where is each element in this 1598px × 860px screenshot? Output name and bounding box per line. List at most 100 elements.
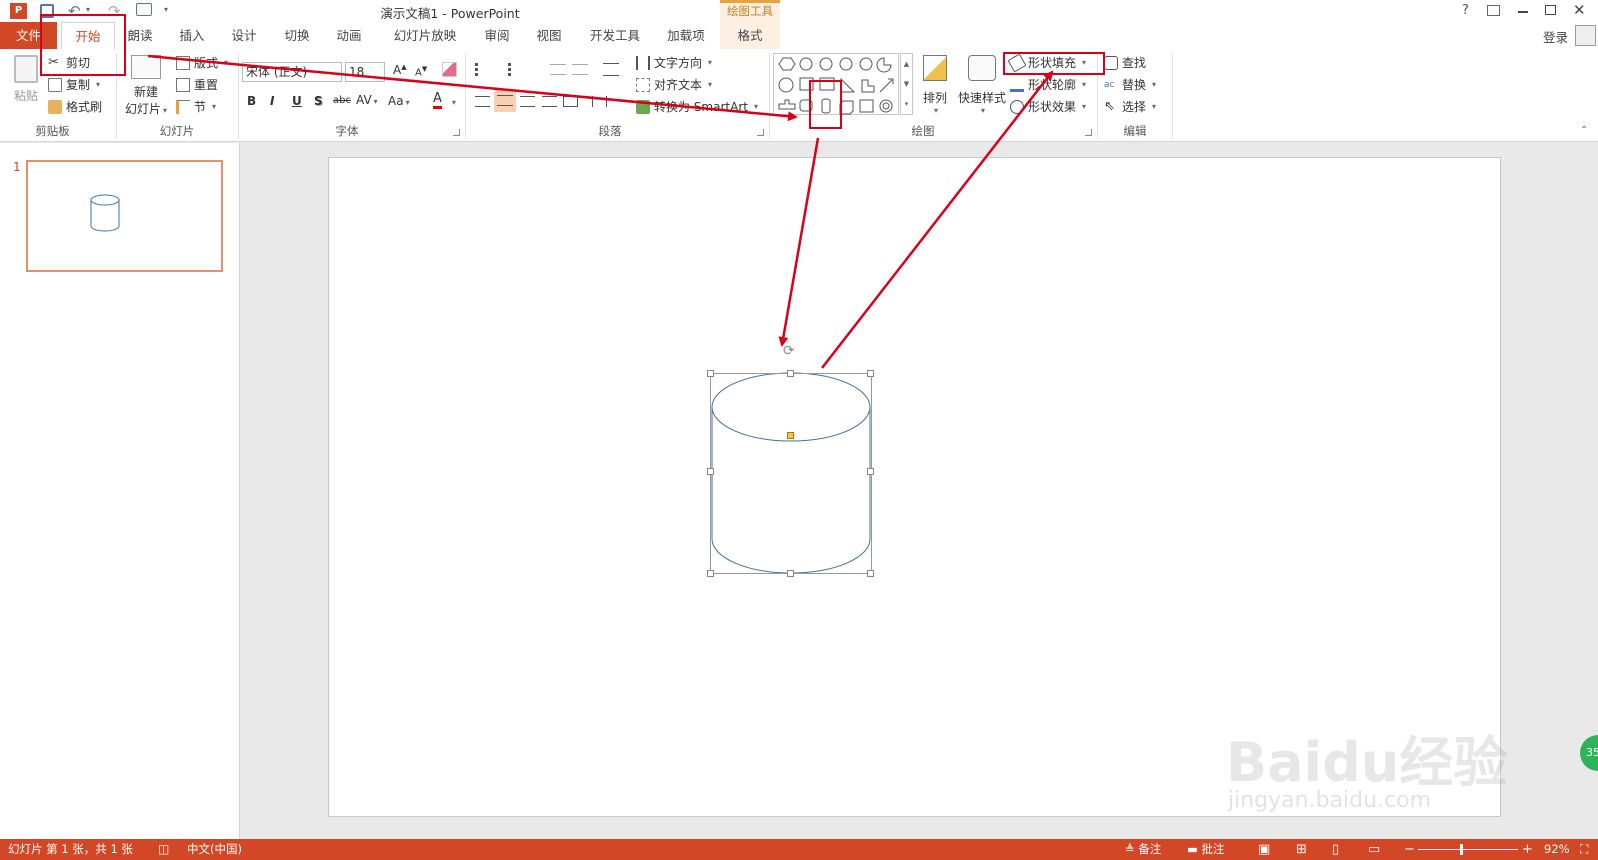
align-text-button[interactable]: 对齐文本 ▾ (636, 75, 712, 95)
tab-insert[interactable]: 插入 (170, 22, 214, 49)
close-icon[interactable]: ✕ (1573, 1, 1586, 19)
login-link[interactable]: 登录 (1543, 27, 1568, 46)
rotate-handle-icon[interactable]: ⟳ (783, 343, 795, 359)
bullets-icon[interactable] (475, 63, 491, 76)
tab-format[interactable]: 格式 (720, 22, 780, 49)
strikethrough-button[interactable]: abc (333, 95, 351, 106)
dialog-launcher-icon[interactable] (757, 129, 764, 136)
reset-button[interactable]: 重置 (176, 75, 218, 95)
change-case-button[interactable]: Aa ▾ (388, 94, 410, 108)
align-left-icon[interactable] (475, 96, 490, 107)
resize-handle[interactable] (787, 570, 794, 577)
font-color-dropdown-icon[interactable]: ▾ (452, 98, 456, 107)
layout-button[interactable]: 版式 ▾ (176, 53, 228, 73)
minimize-icon[interactable] (1518, 11, 1528, 13)
resize-handle[interactable] (707, 468, 714, 475)
tab-transitions[interactable]: 切换 (275, 22, 319, 49)
font-name-field[interactable]: 宋体 (正文) (242, 62, 342, 82)
slide-number: 1 (13, 160, 21, 174)
spelling-icon[interactable]: ◫ (158, 839, 169, 860)
dialog-launcher-icon[interactable] (1085, 129, 1092, 136)
select-button[interactable]: ⇖ 选择 ▾ (1104, 97, 1156, 117)
tab-review[interactable]: 审阅 (475, 22, 519, 49)
resize-handle[interactable] (867, 468, 874, 475)
chevron-down-icon[interactable]: ▾ (96, 75, 100, 95)
reading-view-icon[interactable]: ▯ (1332, 839, 1339, 860)
tab-addins[interactable]: 加载项 (658, 22, 714, 49)
annotation-box-shape-fill (1003, 52, 1105, 75)
slideshow-view-icon[interactable]: ▭ (1368, 839, 1380, 860)
columns-icon[interactable] (592, 96, 607, 107)
collapse-ribbon-icon[interactable]: ⌃ (1580, 125, 1588, 136)
title-bar: P ↶ ▾ ↷ ▾ 演示文稿1 - PowerPoint ? ✕ (0, 0, 1598, 22)
tab-developer[interactable]: 开发工具 (582, 22, 648, 49)
new-slide-button[interactable]: 新建 幻灯片 ▾ (120, 55, 172, 121)
resize-handle[interactable] (867, 570, 874, 577)
font-size-field[interactable]: 18 (345, 62, 385, 82)
slide-thumbnails-panel: 1 (0, 143, 240, 839)
watermark-logo: Baidu经验 (1226, 731, 1508, 794)
line-spacing-icon[interactable] (603, 63, 619, 76)
tab-design[interactable]: 设计 (222, 22, 266, 49)
character-spacing-button[interactable]: AV ▾ (356, 93, 378, 107)
shadow-button[interactable]: S (314, 94, 323, 108)
avatar[interactable] (1575, 25, 1596, 46)
new-slide-icon (131, 55, 161, 79)
language-indicator[interactable]: 中文(中国) (187, 839, 242, 860)
find-button[interactable]: 查找 (1104, 53, 1146, 73)
underline-button[interactable]: U (292, 94, 302, 108)
shrink-font-icon[interactable]: A▼ (415, 65, 427, 78)
zoom-slider[interactable] (1418, 849, 1518, 850)
italic-button[interactable]: I (270, 94, 274, 108)
increase-indent-icon[interactable] (572, 64, 588, 75)
quick-styles-button[interactable]: 快速样式 ▾ (957, 55, 1007, 121)
tab-view[interactable]: 视图 (527, 22, 571, 49)
gallery-scroll-icon[interactable]: ▲ ▼ ▾ (900, 53, 913, 115)
section-button[interactable]: 节 ▾ (176, 97, 216, 117)
annotation-box-home-tab (40, 14, 126, 76)
clear-formatting-icon[interactable] (442, 62, 457, 77)
copy-button[interactable]: 复制 ▾ (48, 75, 100, 95)
distribute-icon[interactable] (563, 96, 578, 107)
ribbon-display-icon[interactable] (1487, 5, 1500, 16)
decrease-indent-icon[interactable] (550, 64, 566, 75)
slide-thumbnail[interactable] (26, 160, 223, 272)
arrange-button[interactable]: 排列 ▾ (915, 55, 955, 121)
resize-handle[interactable] (787, 370, 794, 377)
slide-sorter-icon[interactable]: ⊞ (1296, 839, 1307, 860)
notification-badge[interactable]: 35 (1580, 735, 1598, 771)
adjust-handle[interactable] (787, 432, 794, 439)
cylinder-thumbnail-icon (90, 194, 120, 232)
shape-outline-button[interactable]: 形状轮廓 ▾ (1010, 75, 1086, 95)
cylinder-shape[interactable] (709, 370, 873, 576)
resize-handle[interactable] (707, 370, 714, 377)
comments-button[interactable]: ▬ 批注 (1187, 839, 1225, 860)
help-icon[interactable]: ? (1462, 3, 1469, 18)
paste-button[interactable]: 粘贴 (8, 55, 44, 113)
format-painter-button[interactable]: 格式刷 (48, 97, 102, 117)
dialog-launcher-icon[interactable] (453, 129, 460, 136)
align-right-icon[interactable] (520, 96, 535, 107)
font-color-button[interactable]: A (433, 92, 442, 109)
tab-slideshow[interactable]: 幻灯片放映 (386, 22, 464, 49)
zoom-in-icon[interactable]: + (1522, 839, 1533, 860)
zoom-level[interactable]: 92% (1544, 839, 1570, 860)
zoom-out-icon[interactable]: − (1404, 839, 1415, 860)
tab-animations[interactable]: 动画 (327, 22, 371, 49)
align-center-icon[interactable] (494, 90, 516, 112)
bold-button[interactable]: B (247, 94, 256, 108)
zoom-slider-thumb[interactable] (1460, 844, 1463, 855)
resize-handle[interactable] (707, 570, 714, 577)
resize-handle[interactable] (867, 370, 874, 377)
grow-font-icon[interactable]: A▲ (393, 63, 407, 77)
normal-view-icon[interactable]: ▣ (1258, 839, 1270, 860)
numbering-icon[interactable] (508, 63, 524, 76)
justify-icon[interactable] (542, 96, 557, 107)
fit-to-window-icon[interactable]: ⛶ (1580, 839, 1588, 860)
restore-icon[interactable] (1545, 5, 1556, 15)
replace-button[interactable]: ac 替换 ▾ (1104, 75, 1156, 95)
convert-smartart-button[interactable]: 转换为 SmartArt ▾ (636, 97, 758, 117)
notes-button[interactable]: ≜ 备注 (1125, 839, 1161, 860)
text-direction-button[interactable]: 文字方向 ▾ (636, 53, 712, 73)
shape-effects-button[interactable]: 形状效果 ▾ (1010, 97, 1086, 117)
